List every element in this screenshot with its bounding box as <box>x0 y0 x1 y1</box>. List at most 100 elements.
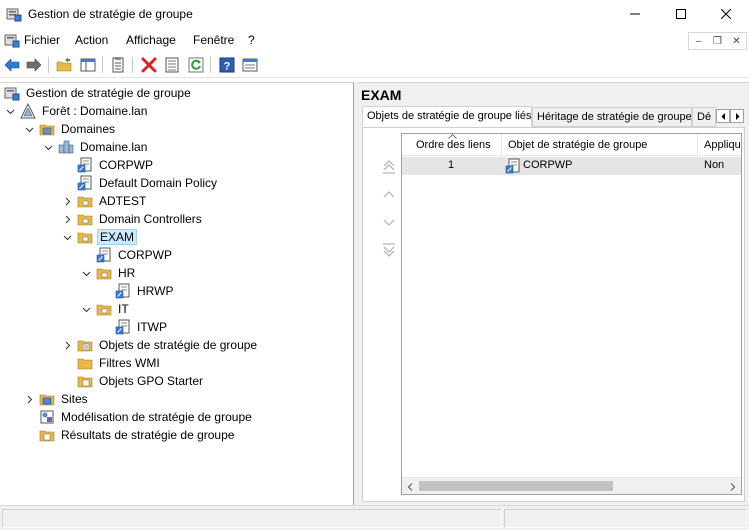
move-to-bottom-button[interactable] <box>380 241 398 259</box>
column-gpo[interactable]: Objet de stratégie de groupe <box>502 134 698 156</box>
move-to-top-button[interactable] <box>380 158 398 176</box>
expand-chevron-icon[interactable] <box>61 213 73 225</box>
tree-item-starter-gpos[interactable]: Objets GPO Starter <box>77 372 205 390</box>
tree-item-gpo-container[interactable]: Objets de stratégie de groupe <box>61 336 259 354</box>
tree-label: Objets GPO Starter <box>99 374 204 388</box>
column-enforced[interactable]: Appliqu <box>698 134 741 156</box>
move-up-button[interactable] <box>380 186 398 204</box>
tree-item-ou-adtest[interactable]: ADTEST <box>61 192 148 210</box>
scroll-right-arrow[interactable] <box>724 478 741 494</box>
tree-item-gpo-link-hrwp[interactable]: HRWP <box>115 282 175 300</box>
gpo-folder-icon <box>77 340 93 352</box>
move-down-button[interactable] <box>380 213 398 231</box>
mdi-restore-icon[interactable]: ❐ <box>708 33 727 49</box>
move-up-icon <box>383 191 395 198</box>
mdi-minimize-icon[interactable]: – <box>689 33 708 49</box>
expand-chevron-icon[interactable] <box>61 339 73 351</box>
title-bar: Gestion de stratégie de groupe <box>0 0 749 28</box>
tree-item-wmi-filters[interactable]: Filtres WMI <box>77 354 162 372</box>
tab-scroll-left-button[interactable] <box>716 109 730 123</box>
tree-item-ou-hr[interactable]: HR <box>80 264 137 282</box>
starter-gpo-folder-icon <box>77 376 93 388</box>
forward-button[interactable] <box>24 55 44 75</box>
ou-folder-icon <box>96 304 112 316</box>
ou-folder-icon <box>77 196 93 208</box>
cell-gpo-name: CORPWP <box>523 159 573 171</box>
wmi-folder-icon <box>77 358 93 370</box>
gp-modeling-icon <box>40 410 54 424</box>
menu-help[interactable]: ? <box>248 33 255 47</box>
tree-label: Sites <box>61 392 88 406</box>
scrollbar-thumb[interactable] <box>419 481 613 491</box>
menu-fichier[interactable]: Fichier <box>24 33 60 47</box>
tab-gp-inheritance[interactable]: Héritage de stratégie de groupe <box>532 107 692 127</box>
tree-item-gpo-link-itwp[interactable]: ITWP <box>115 318 169 336</box>
column-link-order[interactable]: Ordre des liens <box>402 134 502 156</box>
tree-item-ou-domain-controllers[interactable]: Domain Controllers <box>61 210 204 228</box>
menu-affichage[interactable]: Affichage <box>126 33 176 47</box>
menu-bar: Fichier Action Affichage Fenêtre ? – ❐ ✕ <box>0 28 749 52</box>
tree-item-default-domain-policy[interactable]: Default Domain Policy <box>77 174 219 192</box>
horizontal-scrollbar[interactable] <box>402 477 741 494</box>
minimize-button[interactable] <box>612 0 658 28</box>
menu-action[interactable]: Action <box>75 33 108 47</box>
collapse-chevron-icon[interactable] <box>61 231 73 243</box>
menu-fenetre[interactable]: Fenêtre <box>193 33 234 47</box>
scroll-right-icon <box>735 112 739 120</box>
up-level-button[interactable] <box>54 55 74 75</box>
tree-item-gpo-link-corpwp[interactable]: CORPWP <box>77 156 155 174</box>
table-row[interactable]: 1 CORPWP Non <box>402 157 741 175</box>
collapse-chevron-icon[interactable] <box>80 303 92 315</box>
forest-icon <box>20 103 36 119</box>
help-button[interactable]: ? <box>217 55 237 75</box>
tree-item-exam-gpo-link-corpwp[interactable]: CORPWP <box>96 246 174 264</box>
tree-item-ou-it[interactable]: IT <box>80 300 131 318</box>
mdi-window-icon[interactable] <box>4 32 20 48</box>
tab-delegation[interactable]: Dé <box>692 107 716 127</box>
tree-label: CORPWP <box>118 248 172 262</box>
properties-button[interactable] <box>108 55 128 75</box>
scroll-left-icon <box>721 112 725 120</box>
mdi-close-icon[interactable]: ✕ <box>727 33 746 49</box>
expand-chevron-icon[interactable] <box>23 393 35 405</box>
tree-item-gp-results[interactable]: Résultats de stratégie de groupe <box>39 426 236 444</box>
tab-linked-gpos[interactable]: Objets de stratégie de groupe liés <box>362 106 532 127</box>
tree-item-root[interactable]: Gestion de stratégie de groupe <box>4 84 193 102</box>
ou-folder-icon <box>77 214 93 226</box>
gpo-link-icon <box>77 157 92 173</box>
close-button[interactable] <box>703 0 749 28</box>
show-hide-tree-button[interactable] <box>78 55 98 75</box>
tree-item-gp-modeling[interactable]: Modélisation de stratégie de groupe <box>39 408 254 426</box>
scroll-left-arrow[interactable] <box>402 478 419 494</box>
cell-enforced: Non <box>704 159 725 171</box>
close-icon <box>721 9 731 19</box>
maximize-button[interactable] <box>658 0 704 28</box>
tree-item-ou-exam[interactable]: EXAM <box>61 228 138 246</box>
gpo-link-icon <box>115 319 130 335</box>
mdi-controls: – ❐ ✕ <box>688 32 747 50</box>
tree-item-domain-lan[interactable]: Domaine.lan <box>42 138 149 156</box>
tree-label: Objets de stratégie de groupe <box>99 338 258 352</box>
expand-chevron-icon[interactable] <box>61 195 73 207</box>
tree-label: ADTEST <box>99 194 147 208</box>
collapse-chevron-icon[interactable] <box>4 105 16 117</box>
delete-button[interactable] <box>139 55 159 75</box>
tree-label: Domaines <box>61 122 116 136</box>
export-list-button[interactable] <box>162 55 182 75</box>
refresh-button[interactable] <box>186 55 206 75</box>
cell-link-order: 1 <box>448 159 455 171</box>
forward-arrow-icon <box>26 58 42 72</box>
back-button[interactable] <box>2 55 22 75</box>
tree-item-domains[interactable]: Domaines <box>23 120 117 138</box>
move-bottom-icon <box>383 243 395 257</box>
details-view-button[interactable] <box>240 55 260 75</box>
tree-item-sites[interactable]: Sites <box>23 390 90 408</box>
tab-scroll-right-button[interactable] <box>730 109 744 123</box>
tree-label: HR <box>118 266 136 280</box>
collapse-chevron-icon[interactable] <box>80 267 92 279</box>
tree-item-forest[interactable]: Forêt : Domaine.lan <box>4 102 149 120</box>
export-list-icon <box>165 57 179 73</box>
collapse-chevron-icon[interactable] <box>42 141 54 153</box>
tree-label: Modélisation de stratégie de groupe <box>61 410 252 424</box>
collapse-chevron-icon[interactable] <box>23 123 35 135</box>
